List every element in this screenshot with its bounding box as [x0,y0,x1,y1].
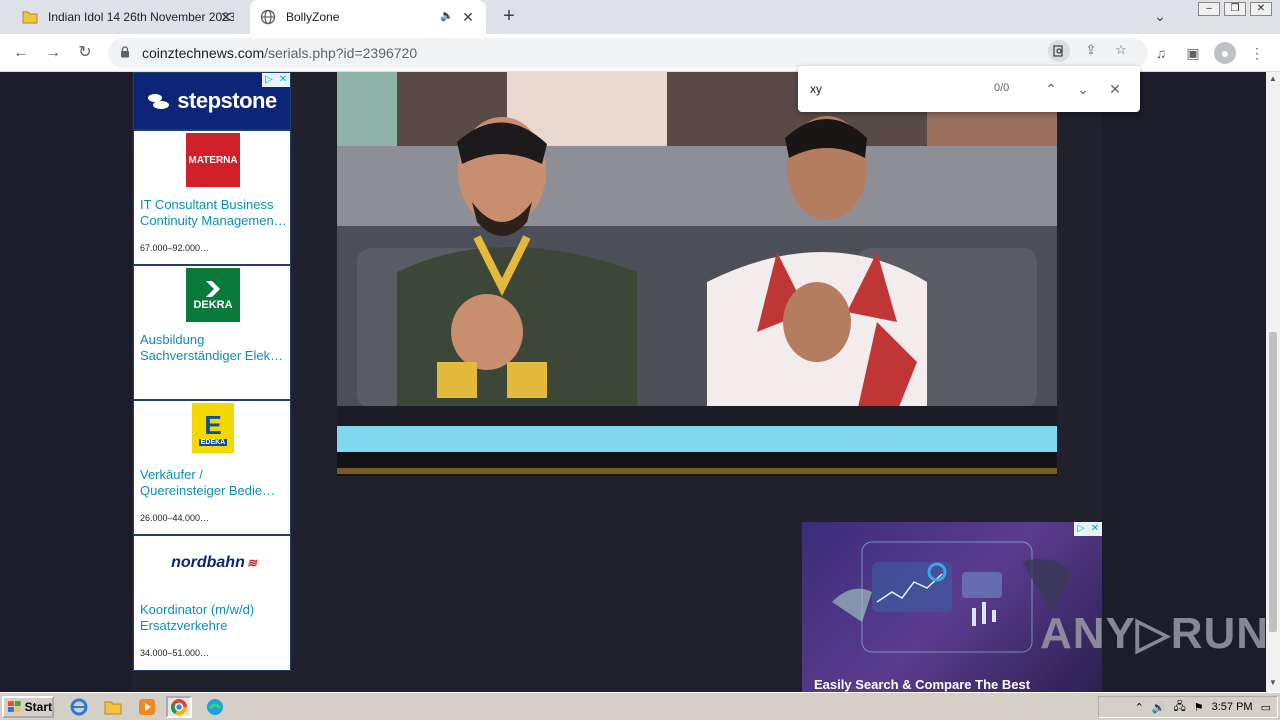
system-tray: ⌃ 🔊 🖧 ⚑ 3:57 PM ▭ [1098,696,1278,718]
media-control-icon[interactable]: ♫ [1150,42,1172,64]
materna-logo: MATERNA [186,133,240,187]
globe-icon [260,9,276,25]
trading-ad[interactable]: ▷ ✕ Easily Search & Compare The Best [802,522,1102,692]
explorer-icon[interactable] [100,696,126,718]
stepstone-brand: stepstone [177,88,277,113]
web-page: stepstone ▷ ✕ MATERNA IT Consultant Busi… [0,72,1266,692]
tab-bollyzone[interactable]: BollyZone 🔈 ✕ [250,0,486,34]
address-bar[interactable]: coinztechnews.com /serials.php?id=239672… [108,38,1148,68]
scroll-up-icon[interactable]: ▲ [1266,74,1280,86]
speaker-icon[interactable]: 🔈 [440,9,454,22]
anyrun-watermark: ANY▷RUN [1040,609,1266,658]
video-frame-image [337,72,1057,476]
job-title[interactable]: IT Consultant Business Continuity Manage… [140,197,288,229]
ad-close-icon[interactable]: ✕ [1088,522,1102,536]
job-listing[interactable]: MATERNA IT Consultant Business Continuit… [134,129,290,264]
media-player-icon[interactable] [134,696,160,718]
windows-taskbar: Start ⌃ 🔊 🖧 ⚑ 3:57 PM ▭ [0,692,1280,720]
close-window-button[interactable]: ✕ [1250,2,1272,16]
show-desktop-icon[interactable]: ▭ [1261,701,1271,714]
ad-info-icon[interactable]: ▷ [262,73,276,87]
find-previous-icon[interactable]: ⌃ [1040,78,1062,100]
job-salary: 67.000–92.000… [140,243,210,253]
job-salary: 34.000–51.000… [140,648,210,658]
page-scrollbar[interactable]: ▲ ▼ [1266,72,1280,692]
chrome-icon[interactable] [166,696,192,718]
share-icon[interactable]: ⇪ [1082,41,1100,59]
window-controls: ‒ ❐ ✕ [1198,2,1272,16]
tray-expand-icon[interactable]: ⌃ [1135,701,1144,714]
ad-headline[interactable]: Easily Search & Compare The Best [814,677,1030,692]
profile-avatar-icon[interactable]: ● [1214,42,1236,64]
edge-icon[interactable] [202,696,228,718]
clock[interactable]: 3:57 PM [1212,701,1253,713]
job-title[interactable]: Koordinator (m/w/d) Ersatzverkehre [140,602,288,634]
lock-icon [120,45,134,61]
tab-indian-idol[interactable]: Indian Idol 14 26th November 2023 | ✕ [12,0,244,34]
windows-flag-icon [7,701,21,712]
back-arrow-icon[interactable]: ← [10,42,32,64]
dekra-logo: DEKRA [186,268,240,322]
start-button[interactable]: Start [2,696,54,718]
close-icon[interactable]: ✕ [460,9,476,25]
job-listing[interactable]: E EDEKA Verkäufer / Quereinsteiger Bedie… [134,399,290,534]
star-icon[interactable]: ☆ [1112,41,1130,59]
ad-info-icon[interactable]: ▷ [1074,522,1088,536]
ad-choices-badge[interactable]: ▷ ✕ [262,73,290,87]
flag-icon[interactable]: ⚑ [1194,701,1204,714]
tab-strip: Indian Idol 14 26th November 2023 | ✕ Bo… [0,0,1280,34]
network-icon[interactable]: 🖧 [1173,698,1185,717]
ad-choices-badge[interactable]: ▷ ✕ [1074,522,1102,536]
find-next-icon[interactable]: ⌄ [1072,78,1094,100]
tab-title: BollyZone [286,10,340,24]
job-listing[interactable]: DEKRA Ausbildung Sachverständiger Elek… [134,264,290,399]
url-host: coinztechnews.com [142,45,265,61]
minimize-button[interactable]: ‒ [1198,2,1220,16]
video-player[interactable] [337,72,1057,476]
nordbahn-logo: nordbahn ≋ [171,554,257,571]
job-salary: 26.000–44.000… [140,513,210,523]
find-icon[interactable] [1048,40,1070,62]
reload-icon[interactable]: ↻ [74,42,96,64]
tab-title: Indian Idol 14 26th November 2023 | [48,10,234,24]
side-panel-icon[interactable]: ▣ [1182,42,1204,64]
url-path: /serials.php?id=2396720 [264,45,418,61]
job-title[interactable]: Ausbildung Sachverständiger Elek… [140,332,288,364]
stepstone-ad[interactable]: stepstone ▷ ✕ MATERNA IT Consultant Busi… [133,72,291,671]
menu-kebab-icon[interactable]: ⋮ [1246,42,1268,64]
find-input[interactable] [810,79,980,99]
close-icon[interactable]: ✕ [218,9,234,25]
forward-arrow-icon[interactable]: → [42,42,64,64]
restore-button[interactable]: ❐ [1224,2,1246,16]
folder-icon [22,9,38,25]
job-title[interactable]: Verkäufer / Quereinsteiger Bedie… [140,467,288,499]
new-tab-button[interactable]: + [498,6,520,28]
ad-close-icon[interactable]: ✕ [276,73,290,87]
scrollbar-thumb[interactable] [1269,332,1277,632]
chevron-down-icon[interactable]: ⌄ [1150,8,1170,26]
ie-icon[interactable] [66,696,92,718]
scroll-down-icon[interactable]: ▼ [1266,678,1280,690]
find-bar: 0/0 ⌃ ⌄ ✕ [798,66,1140,112]
volume-icon[interactable]: 🔊 [1152,701,1166,714]
edeka-logo: E EDEKA [192,403,234,453]
find-result-count: 0/0 [994,82,1010,94]
job-listing[interactable]: nordbahn ≋ Koordinator (m/w/d) Ersatzver… [134,534,290,669]
trading-ad-image [832,541,1072,653]
find-close-icon[interactable]: ✕ [1104,78,1126,100]
